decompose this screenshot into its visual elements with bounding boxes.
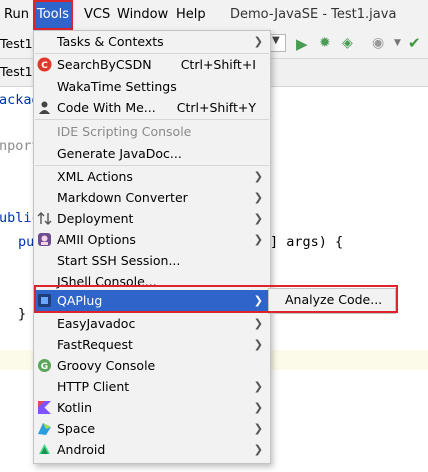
- debug-icon[interactable]: ✹: [319, 35, 331, 51]
- menu-run[interactable]: Run: [4, 0, 29, 30]
- menu-bar: Run Tools VCS Window Help Demo-JavaSE - …: [0, 0, 428, 30]
- submenu-arrow-icon: ❯: [253, 401, 263, 414]
- menu-item-qaplug[interactable]: QAPlug ❯: [34, 290, 270, 312]
- chevron-down-icon: ▼: [272, 35, 280, 46]
- menu-item-label: IDE Scripting Console: [57, 124, 192, 139]
- menu-item-label: EasyJavadoc: [57, 316, 136, 331]
- kotlin-icon: [37, 400, 52, 415]
- menu-item-label: WakaTime Settings: [57, 79, 177, 94]
- menu-item-label: Groovy Console: [57, 358, 156, 373]
- menu-item-groovy-console[interactable]: G Groovy Console: [34, 355, 270, 376]
- submenu-arrow-icon: ❯: [253, 338, 263, 351]
- menu-item-label: Tasks & Contexts: [57, 34, 164, 49]
- editor-tab[interactable]: Test1: [0, 64, 33, 79]
- menu-item-label: XML Actions: [57, 169, 133, 184]
- menu-item-android[interactable]: Android ❯: [34, 439, 270, 460]
- space-icon: [37, 421, 52, 436]
- code-line-brace: }: [18, 306, 27, 322]
- menu-tools[interactable]: Tools: [33, 0, 74, 30]
- menu-window[interactable]: Window: [117, 0, 168, 30]
- menu-help[interactable]: Help: [176, 0, 206, 30]
- menu-item-generate-javadoc[interactable]: Generate JavaDoc...: [34, 143, 270, 164]
- menu-item-jshell-console[interactable]: JShell Console...: [34, 271, 270, 292]
- qaplug-icon: [37, 293, 52, 308]
- menu-item-label: FastRequest: [57, 337, 133, 352]
- tools-menu: Tasks & Contexts ❯ C SearchByCSDN Ctrl+S…: [33, 30, 271, 464]
- menu-item-kotlin[interactable]: Kotlin ❯: [34, 397, 270, 418]
- menu-item-label: Markdown Converter: [57, 190, 188, 205]
- menu-item-markdown-converter[interactable]: Markdown Converter ❯: [34, 187, 270, 208]
- menu-vcs[interactable]: VCS: [84, 0, 110, 30]
- run-icon[interactable]: ▶: [296, 35, 308, 53]
- menu-item-tasks-contexts[interactable]: Tasks & Contexts ❯: [34, 31, 270, 52]
- coverage-icon[interactable]: ◈: [342, 35, 353, 51]
- android-icon: [37, 442, 52, 457]
- menu-item-easyjavadoc[interactable]: EasyJavadoc ❯: [34, 313, 270, 334]
- menu-item-http-client[interactable]: HTTP Client ❯: [34, 376, 270, 397]
- run-config-label[interactable]: Test1: [0, 36, 33, 51]
- groovy-icon: G: [37, 358, 52, 373]
- submenu-arrow-icon: ❯: [253, 443, 263, 456]
- menu-item-space[interactable]: Space ❯: [34, 418, 270, 439]
- window-title: Demo-JavaSE - Test1.java: [230, 7, 397, 22]
- code-line-method: pu: [18, 234, 35, 250]
- menu-item-xml-actions[interactable]: XML Actions ❯: [34, 166, 270, 187]
- svg-text:C: C: [41, 61, 48, 71]
- submenu-arrow-icon: ❯: [253, 170, 263, 183]
- amii-icon: [37, 232, 52, 247]
- submenu-arrow-icon: ❯: [253, 317, 263, 330]
- menu-item-label: Kotlin: [57, 400, 92, 415]
- qaplug-submenu: Analyze Code...: [268, 288, 396, 314]
- svg-text:G: G: [41, 362, 48, 372]
- submenu-arrow-icon: ❯: [253, 212, 263, 225]
- deploy-icon: [37, 211, 52, 226]
- submenu-arrow-icon: ❯: [253, 380, 263, 393]
- profile-icon[interactable]: ◉: [372, 35, 384, 51]
- menu-item-label: Android: [57, 442, 106, 457]
- menu-item-searchbycsdn[interactable]: C SearchByCSDN Ctrl+Shift+I: [34, 54, 270, 75]
- menu-item-label: Start SSH Session...: [57, 253, 181, 268]
- menu-item-analyze-code[interactable]: Analyze Code...: [285, 289, 382, 311]
- menu-item-code-with-me[interactable]: Code With Me... Ctrl+Shift+Y: [34, 97, 270, 118]
- menu-item-label: HTTP Client: [57, 379, 130, 394]
- menu-item-label: Space: [57, 421, 96, 436]
- menu-item-amii-options[interactable]: AMII Options ❯: [34, 229, 270, 250]
- code-line-args: ] args) {: [270, 234, 344, 250]
- submenu-arrow-icon: ❯: [253, 294, 263, 307]
- vcs-update-icon[interactable]: ✔: [408, 34, 421, 52]
- menu-item-label: SearchByCSDN: [57, 57, 152, 72]
- menu-item-fastrequest[interactable]: FastRequest ❯: [34, 334, 270, 355]
- menu-separator: [35, 119, 269, 120]
- menu-item-deployment[interactable]: Deployment ❯: [34, 208, 270, 229]
- menu-item-ide-scripting-console: IDE Scripting Console: [34, 121, 270, 142]
- submenu-arrow-icon: ❯: [253, 191, 263, 204]
- menu-item-wakatime-settings[interactable]: WakaTime Settings: [34, 76, 270, 97]
- menu-item-shortcut: Ctrl+Shift+I: [180, 57, 256, 72]
- menu-item-label: Code With Me...: [57, 100, 156, 115]
- menu-item-label: JShell Console...: [57, 274, 157, 289]
- menu-item-shortcut: Ctrl+Shift+Y: [176, 100, 256, 115]
- csdn-icon: C: [37, 57, 52, 72]
- menu-item-label: AMII Options: [57, 232, 136, 247]
- menu-item-label: QAPlug: [57, 293, 103, 308]
- submenu-arrow-icon: ❯: [253, 233, 263, 246]
- user-icon: [37, 100, 52, 115]
- menu-item-start-ssh-session[interactable]: Start SSH Session...: [34, 250, 270, 271]
- submenu-arrow-icon: ❯: [253, 422, 263, 435]
- menu-item-label: Deployment: [57, 211, 134, 226]
- menu-item-label: Generate JavaDoc...: [57, 146, 182, 161]
- submenu-arrow-icon: ❯: [253, 35, 263, 48]
- more-chevron-icon[interactable]: ▼: [394, 38, 401, 48]
